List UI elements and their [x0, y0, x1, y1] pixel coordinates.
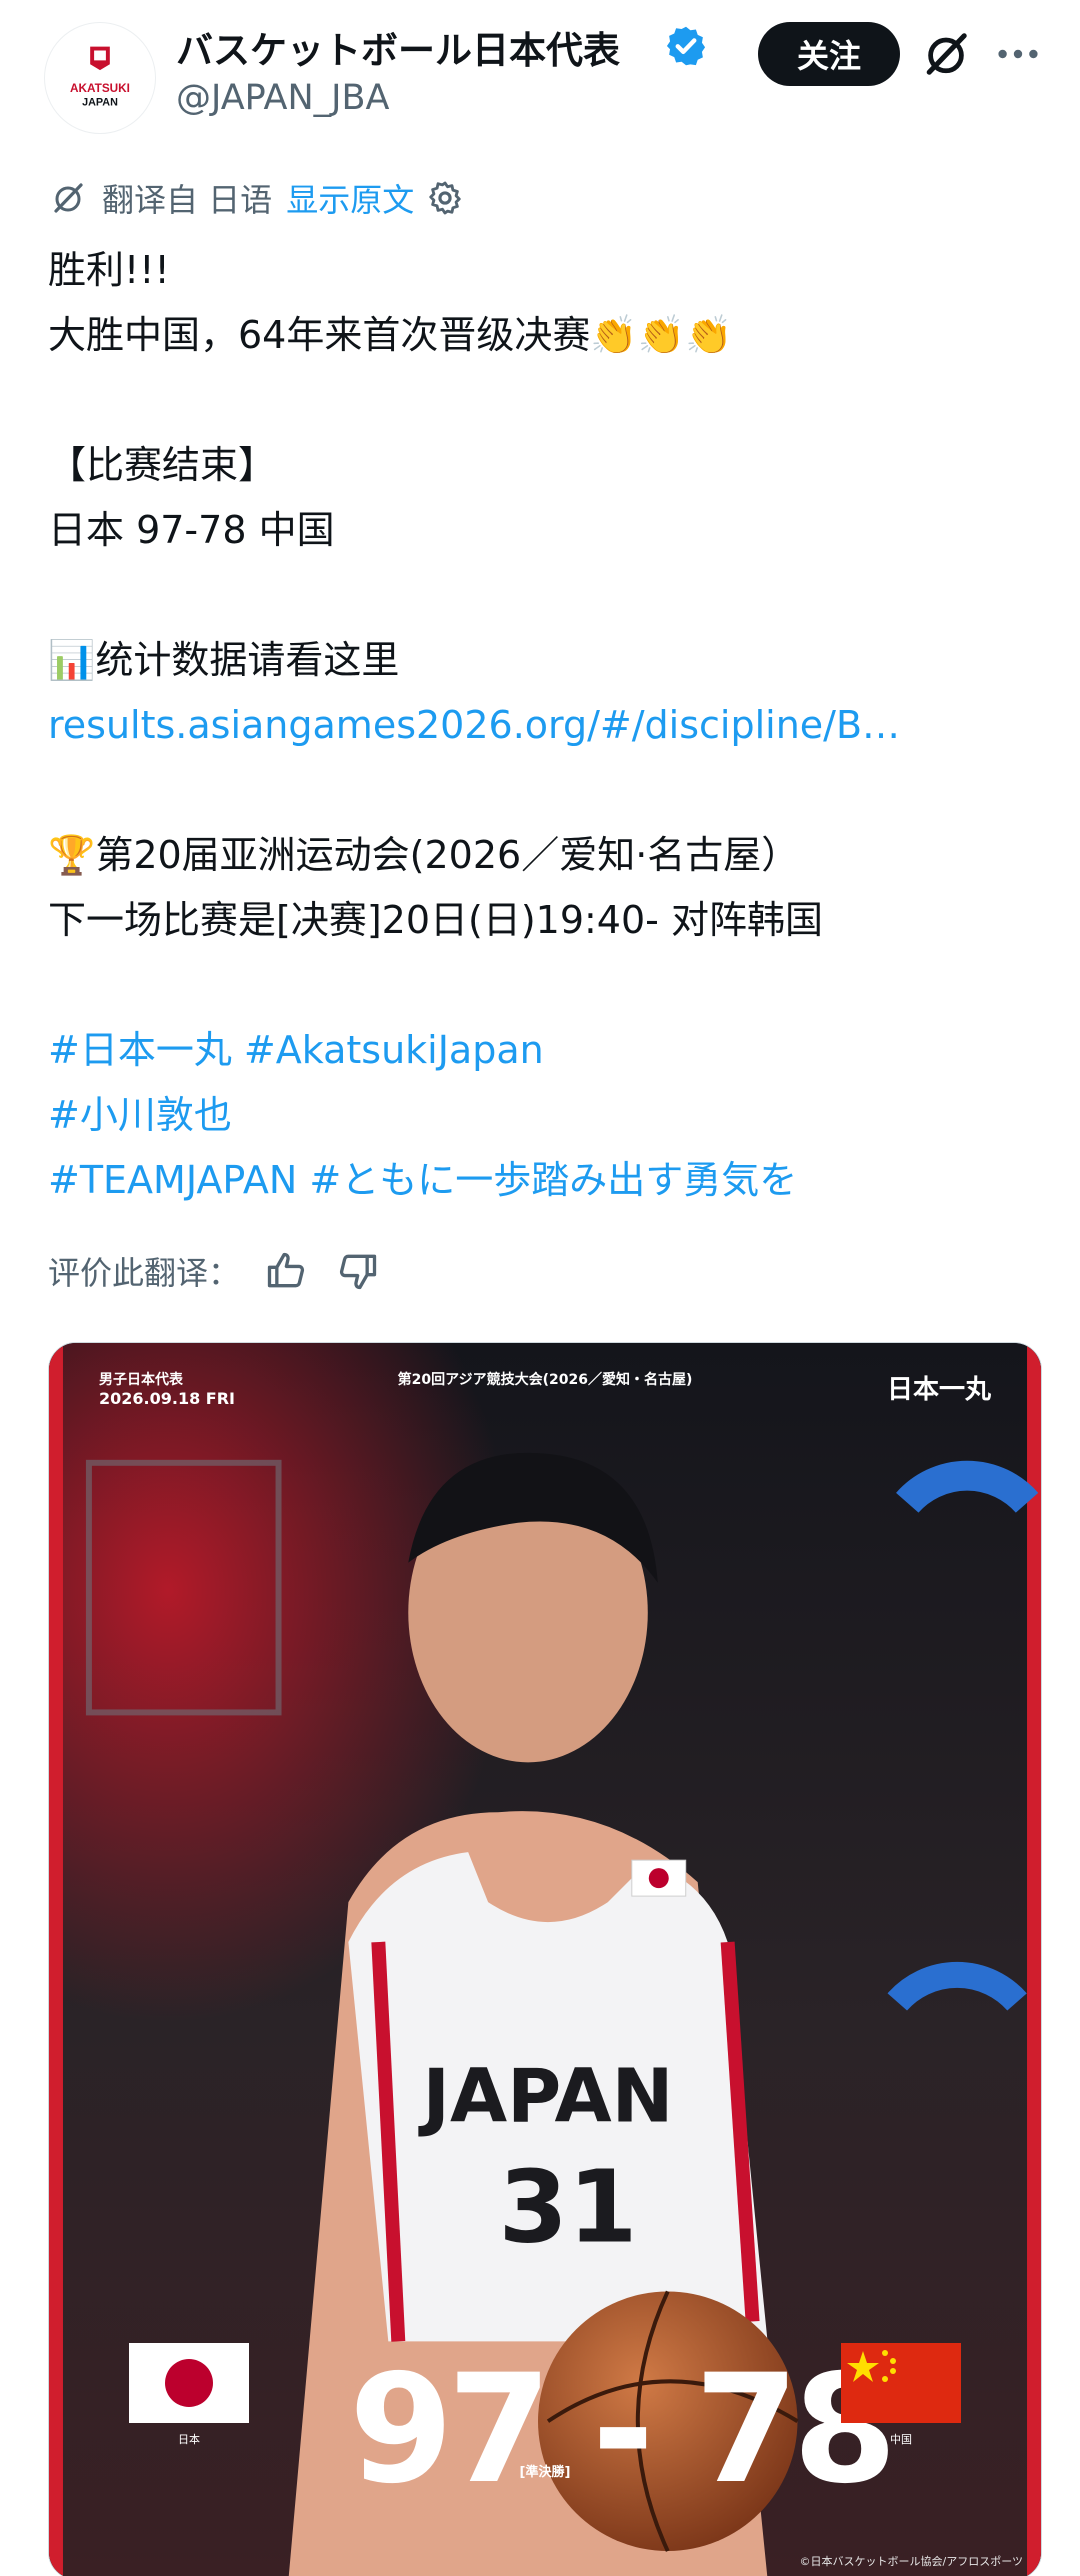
translate-icon: [54, 183, 83, 213]
final-score: 97 - 78: [349, 2343, 897, 2517]
rate-translation: 评价此翻译：: [48, 1248, 408, 1294]
stage-label: [準決勝]: [519, 2465, 571, 2480]
post-text-line: 🏆第20届亚洲运动会(2026／爱知·名古屋）: [48, 833, 800, 877]
left-team-label: 日本: [178, 2433, 200, 2446]
jersey-number: 31: [499, 2149, 638, 2266]
post-text-line: 大胜中国，64年来首次晋级决赛👏👏👏: [48, 313, 733, 357]
translation-note: 翻译自 日语: [102, 181, 273, 219]
avatar[interactable]: AKATSUKI JAPAN: [44, 22, 156, 134]
more-icon: [998, 49, 1038, 59]
post-link-line[interactable]: #小川敦也: [48, 1083, 1048, 1148]
post-link-line[interactable]: #日本一丸 #AkatsukiJapan: [48, 1018, 1048, 1083]
avatar-text-1: AKATSUKI: [70, 82, 130, 95]
post-text-line: 胜利!!!: [48, 248, 170, 292]
display-name[interactable]: バスケットボール日本代表: [176, 20, 620, 74]
post-text-line: [48, 953, 1048, 1018]
akatsuki-logo: AKATSUKI JAPAN: [70, 46, 130, 109]
grok-icon[interactable]: [918, 26, 974, 82]
user-handle[interactable]: @JAPAN_JBA: [176, 78, 389, 118]
follow-button[interactable]: 关注: [758, 22, 900, 86]
post-link-line[interactable]: #TEAMJAPAN #ともに一歩踏み出す勇気を: [48, 1148, 1048, 1213]
thumbs-up-icon[interactable]: [264, 1249, 308, 1293]
post-link-line[interactable]: results.asiangames2026.org/#/discipline/…: [48, 693, 1048, 758]
right-team-label: 中国: [890, 2433, 912, 2446]
japan-flag: [129, 2343, 249, 2423]
gear-icon[interactable]: [426, 179, 464, 217]
thumbs-down-icon[interactable]: [336, 1249, 380, 1293]
more-options-button[interactable]: [990, 26, 1046, 82]
avatar-text-2: JAPAN: [82, 97, 118, 109]
post-image[interactable]: JAPAN 31 男子日本代表 2026.09.18 FRI 第20回アジア競技…: [48, 1342, 1042, 2576]
post-header: AKATSUKI JAPAN バスケットボール日本代表 @JAPAN_JBA 关…: [0, 0, 1080, 150]
jersey-text: JAPAN: [418, 2054, 674, 2140]
post-text-line: [48, 563, 1048, 628]
post-text-line: 日本 97-78 中国: [48, 508, 335, 552]
post-text-line: 【比赛结束】: [48, 443, 277, 487]
translation-bar: 翻译自 日语 显示原文: [48, 176, 464, 220]
post-text-line: [48, 758, 1048, 823]
china-flag: [841, 2343, 961, 2423]
game-date: 2026.09.18 FRI: [99, 1389, 235, 1408]
rate-label: 评价此翻译：: [48, 1254, 241, 1292]
show-original-link[interactable]: 显示原文: [286, 175, 414, 221]
post-text-line: [48, 368, 1048, 433]
post-text-line: 📊统计数据请看这里: [48, 638, 400, 682]
verified-badge-icon: [666, 26, 706, 66]
brand-logo-text: 日本一丸: [886, 1375, 991, 1405]
photo-credit: ©日本バスケットボール協会/アフロスポーツ: [799, 2555, 1024, 2568]
post-text-line: 下一场比赛是[决赛]20日(日)19:40- 对阵韩国: [48, 898, 823, 942]
post-text: 胜利!!! 大胜中国，64年来首次晋级决赛👏👏👏 【比赛结束】日本 97-78 中国…: [48, 238, 1048, 1213]
